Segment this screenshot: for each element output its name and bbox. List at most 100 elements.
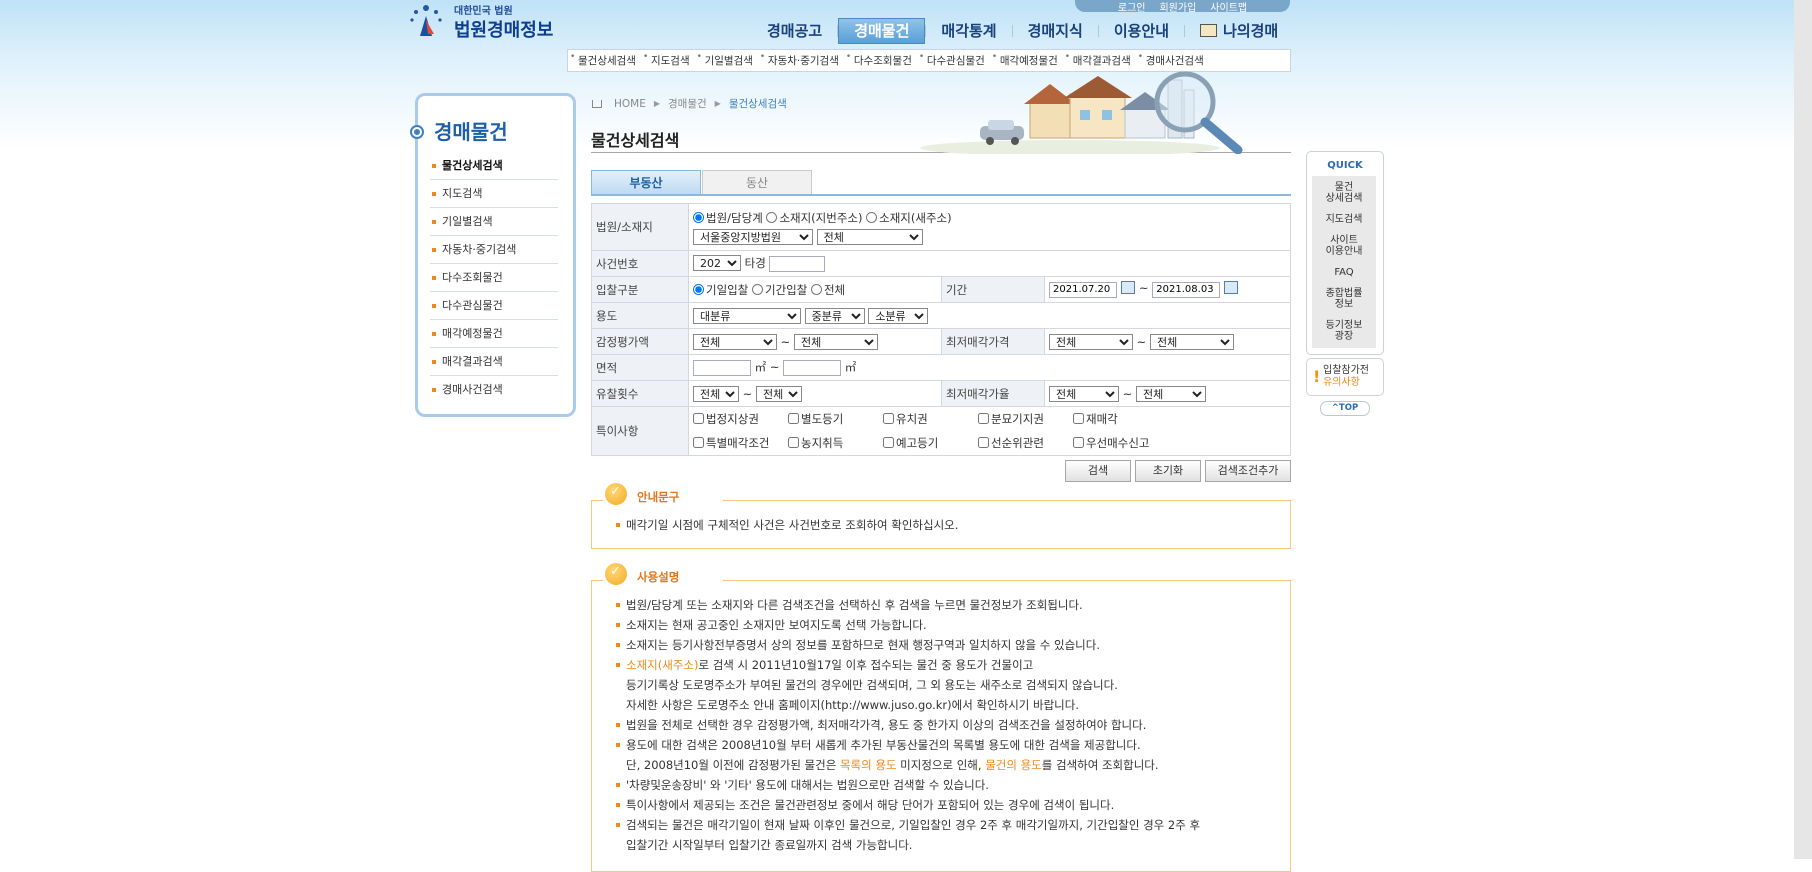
check-resale[interactable]: 재매각 — [1073, 411, 1168, 427]
checkbox-input[interactable] — [788, 413, 799, 424]
radio-road-address-input[interactable] — [866, 211, 878, 223]
usage-text: 를 검색하여 조회합니다. — [1041, 758, 1159, 772]
quick-faq[interactable]: FAQ — [1312, 267, 1376, 278]
quick-registry-info[interactable]: 등기정보 광장 — [1312, 320, 1376, 342]
usage-middle-select[interactable]: 중분류 — [804, 307, 865, 324]
subnav-map-search[interactable]: 지도검색 — [641, 52, 695, 68]
radio-all-bid-input[interactable] — [810, 283, 822, 295]
radio-all-bid[interactable]: 전체 — [810, 283, 845, 297]
radio-date-bid[interactable]: 기일입찰 — [693, 283, 748, 297]
reset-button[interactable]: 초기화 — [1135, 460, 1201, 482]
nav-usage-guide[interactable]: 이용안내 — [1099, 19, 1184, 43]
calendar-icon[interactable] — [1121, 281, 1135, 295]
login-link[interactable]: 로그인 — [1118, 0, 1146, 14]
subnav-case-search[interactable]: 경매사건검색 — [1136, 52, 1209, 68]
case-number-input[interactable] — [769, 256, 826, 273]
radio-period-bid[interactable]: 기간입찰 — [751, 283, 807, 297]
quick-legal-info[interactable]: 종합법률 정보 — [1312, 288, 1376, 310]
period-from-input[interactable] — [1049, 281, 1117, 298]
check-farmland[interactable]: 농지취득 — [788, 435, 883, 451]
check-preliminary-registry[interactable]: 예고등기 — [883, 435, 978, 451]
nav-my-auction[interactable]: 나의경매 — [1185, 19, 1293, 43]
radio-period-bid-input[interactable] — [751, 283, 763, 295]
nav-auction-items[interactable]: 경매물건 — [838, 18, 926, 44]
fail-from-select[interactable]: 전체 — [693, 385, 739, 402]
lnb-item-most-interest[interactable]: 다수관심물건 — [430, 292, 558, 320]
area-to-input[interactable] — [783, 360, 842, 377]
breadcrumb-category[interactable]: 경매물건 — [668, 96, 707, 111]
bid-type-label: 입찰구분 — [591, 276, 689, 303]
department-select[interactable]: 전체 — [816, 228, 923, 245]
min-price-from-select[interactable]: 전체 — [1049, 333, 1133, 350]
add-condition-button[interactable]: 검색조건추가 — [1205, 460, 1291, 482]
checkbox-input[interactable] — [883, 437, 894, 448]
subnav-scheduled-sale[interactable]: 매각예정물건 — [990, 52, 1063, 68]
search-button[interactable]: 검색 — [1065, 460, 1131, 482]
lnb-item-most-viewed[interactable]: 다수조회물건 — [430, 264, 558, 292]
bid-notice-link[interactable]: ! 입찰참가전 유의사항 — [1306, 358, 1384, 396]
tab-movable-property[interactable]: 동산 — [702, 170, 812, 196]
lnb-item-case-search[interactable]: 경매사건검색 — [430, 376, 558, 403]
quick-detail-search[interactable]: 물건 상세검색 — [1312, 182, 1376, 204]
lnb-item-vehicle-search[interactable]: 자동차·중기검색 — [430, 236, 558, 264]
area-from-input[interactable] — [693, 360, 751, 377]
quick-map-search[interactable]: 지도검색 — [1312, 214, 1376, 225]
lnb-item-map-search[interactable]: 지도검색 — [430, 180, 558, 208]
calendar-icon[interactable] — [1224, 281, 1239, 295]
period-to-input[interactable] — [1152, 281, 1221, 298]
check-legal-surface[interactable]: 법정지상권 — [693, 411, 788, 427]
sitemap-link[interactable]: 사이트맵 — [1210, 0, 1247, 14]
radio-lot-address-input[interactable] — [766, 211, 778, 223]
nav-auction-knowledge[interactable]: 경매지식 — [1013, 19, 1098, 43]
radio-road-address[interactable]: 소재지(새주소) — [866, 211, 952, 225]
checkbox-input[interactable] — [978, 437, 989, 448]
check-separate-registry[interactable]: 별도등기 — [788, 411, 883, 427]
check-senior-rights[interactable]: 선순위관련 — [978, 435, 1073, 451]
subnav-detail-search[interactable]: 물건상세검색 — [568, 52, 641, 68]
radio-court-dept-input[interactable] — [693, 211, 704, 223]
checkbox-input[interactable] — [883, 413, 894, 424]
radio-date-bid-input[interactable] — [693, 283, 704, 295]
case-type-label: 타경 — [744, 255, 766, 270]
checkbox-input[interactable] — [693, 413, 704, 424]
usage-major-select[interactable]: 대분류 — [693, 307, 801, 324]
check-grave-site[interactable]: 분묘기지권 — [978, 411, 1073, 427]
checkbox-input[interactable] — [693, 437, 704, 448]
min-rate-from-select[interactable]: 전체 — [1049, 385, 1119, 402]
min-price-to-select[interactable]: 전체 — [1149, 333, 1234, 350]
lnb-item-detail-search[interactable]: 물건상세검색 — [430, 152, 558, 180]
checkbox-input[interactable] — [1073, 413, 1084, 424]
nav-sale-statistics[interactable]: 매각통계 — [926, 19, 1011, 43]
check-lien[interactable]: 유치권 — [883, 411, 978, 427]
court-select[interactable]: 서울중앙지방법원 — [693, 228, 813, 245]
checkbox-input[interactable] — [788, 437, 799, 448]
subnav-sale-result[interactable]: 매각결과검색 — [1063, 52, 1136, 68]
radio-lot-address[interactable]: 소재지(지번주소) — [766, 211, 862, 225]
top-button[interactable]: ^TOP — [1320, 401, 1370, 416]
lnb-item-sale-result[interactable]: 매각결과검색 — [430, 348, 558, 376]
subnav-most-interest[interactable]: 다수관심물건 — [917, 52, 990, 68]
appraisal-from-select[interactable]: 전체 — [693, 333, 777, 350]
usage-minor-select[interactable]: 소분류 — [868, 307, 929, 324]
appraisal-to-select[interactable]: 전체 — [793, 333, 878, 350]
check-priority-purchase[interactable]: 우선매수신고 — [1073, 435, 1168, 451]
min-rate-to-select[interactable]: 전체 — [1135, 385, 1206, 402]
nav-auction-notice[interactable]: 경매공고 — [752, 19, 837, 43]
quick-site-guide[interactable]: 사이트 이용안내 — [1312, 235, 1376, 257]
check-special-sale[interactable]: 특별매각조건 — [693, 435, 788, 451]
signup-link[interactable]: 회원가입 — [1159, 0, 1196, 14]
fail-to-select[interactable]: 전체 — [755, 385, 802, 402]
lnb-item-scheduled-sale[interactable]: 매각예정물건 — [430, 320, 558, 348]
subnav-date-search[interactable]: 기일별검색 — [695, 52, 758, 68]
radio-court-dept[interactable]: 법원/담당계 — [693, 211, 763, 225]
guide-header: 안내문구 — [603, 483, 723, 507]
breadcrumb-home[interactable]: HOME — [614, 98, 646, 110]
checkbox-input[interactable] — [1073, 437, 1084, 448]
subnav-vehicle-search[interactable]: 자동차·중기검색 — [758, 52, 844, 68]
checkbox-input[interactable] — [978, 413, 989, 424]
site-logo[interactable]: 대한민국 법원 법원경매정보 — [406, 0, 556, 44]
tab-real-estate[interactable]: 부동산 — [591, 170, 701, 196]
subnav-most-viewed[interactable]: 다수조회물건 — [844, 52, 917, 68]
case-year-select[interactable]: 2021 — [693, 254, 741, 271]
lnb-item-date-search[interactable]: 기일별검색 — [430, 208, 558, 236]
